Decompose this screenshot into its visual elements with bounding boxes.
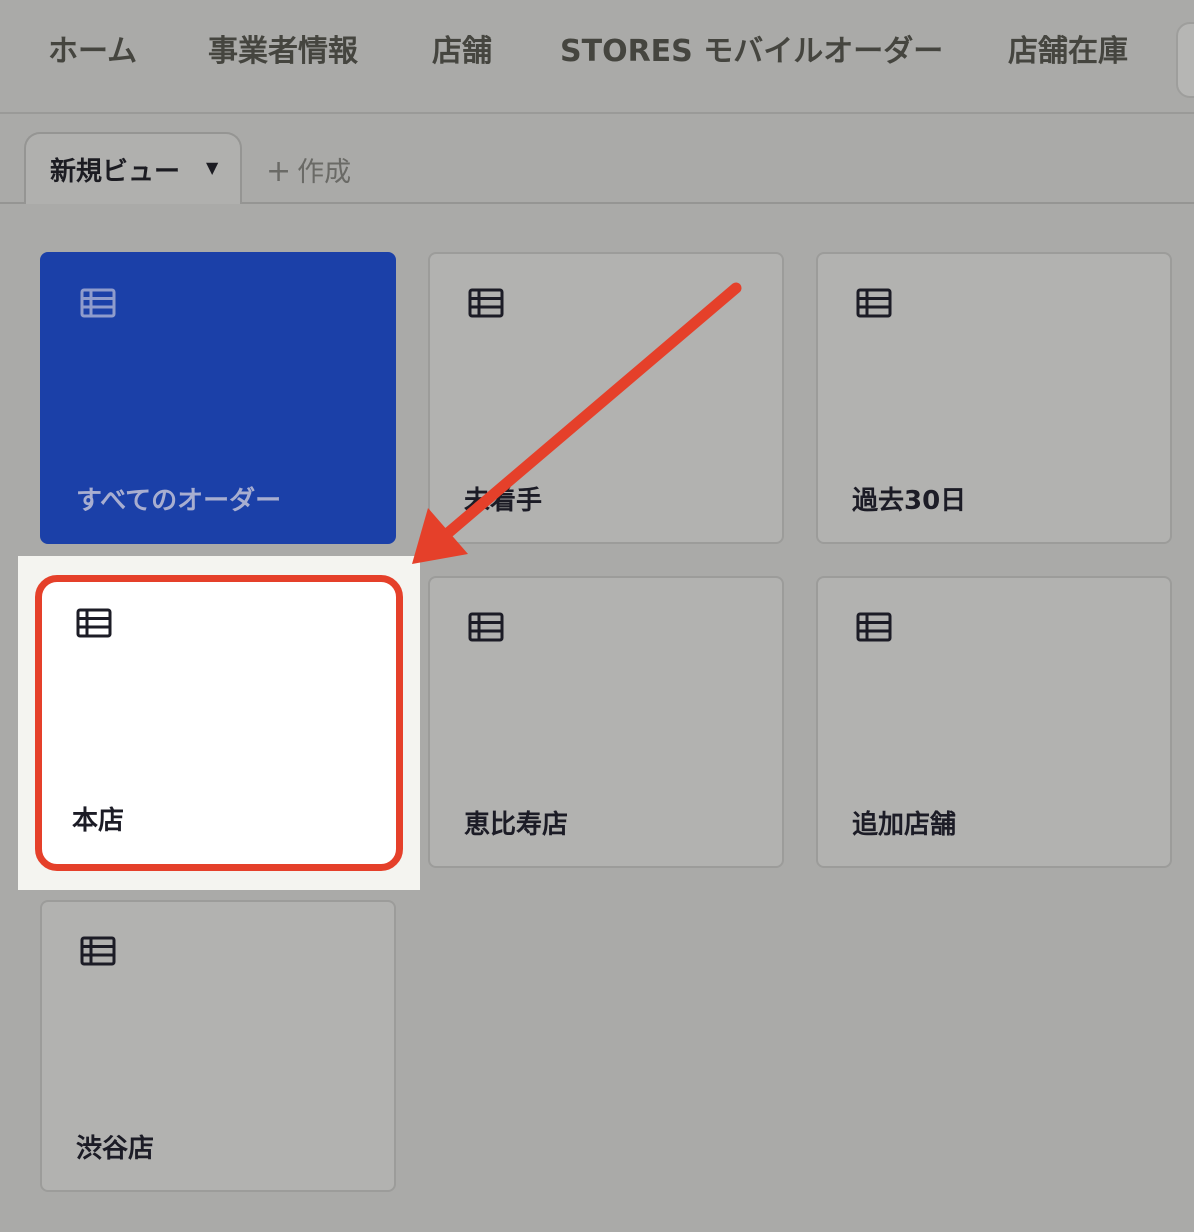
view-card-main-store[interactable]: 本店 <box>35 575 403 871</box>
tab-current-view-label: 新規ビュー <box>50 157 181 187</box>
view-card-shibuya-store[interactable]: 渋谷店 <box>40 900 396 1192</box>
view-card-not-started[interactable]: 未着手 <box>428 252 784 544</box>
table-icon <box>468 288 504 318</box>
table-icon <box>80 288 116 318</box>
view-card-all-orders[interactable]: すべてのオーダー <box>40 252 396 544</box>
table-icon <box>856 288 892 318</box>
view-card-label: 渋谷店 <box>76 1134 155 1164</box>
nav-item-home[interactable]: ホーム <box>48 30 137 74</box>
view-card-last-30-days[interactable]: 過去30日 <box>816 252 1172 544</box>
tab-current-view[interactable]: 新規ビュー ▼ <box>24 132 242 204</box>
view-tab-bar: 新規ビュー ▼ + 作成 <box>0 116 1194 204</box>
create-view-button[interactable]: + 作成 <box>266 150 351 189</box>
nav-item-mobile-order[interactable]: STORES モバイルオーダー <box>560 30 943 74</box>
table-icon <box>468 612 504 642</box>
view-card-label: 未着手 <box>464 486 543 516</box>
table-icon <box>80 936 116 966</box>
table-icon <box>76 608 112 638</box>
view-card-label: 追加店舗 <box>852 810 957 840</box>
nav-overflow-button[interactable] <box>1176 22 1194 98</box>
view-card-label: すべてのオーダー <box>76 486 282 516</box>
nav-item-stores[interactable]: 店舗 <box>432 30 492 74</box>
nav-item-store-inventory[interactable]: 店舗在庫 <box>1008 30 1128 74</box>
view-card-label: 過去30日 <box>852 486 967 516</box>
caret-down-icon: ▼ <box>206 158 219 177</box>
view-card-ebisu-store[interactable]: 恵比寿店 <box>428 576 784 868</box>
view-card-label: 恵比寿店 <box>464 810 569 840</box>
top-navigation: ホーム 事業者情報 店舗 STORES モバイルオーダー 店舗在庫 <box>0 0 1194 114</box>
view-card-label: 本店 <box>72 806 125 836</box>
create-view-label: 作成 <box>297 157 352 188</box>
view-card-additional-store[interactable]: 追加店舗 <box>816 576 1172 868</box>
table-icon <box>856 612 892 642</box>
plus-icon: + <box>266 154 292 189</box>
nav-item-business-info[interactable]: 事業者情報 <box>208 30 358 74</box>
